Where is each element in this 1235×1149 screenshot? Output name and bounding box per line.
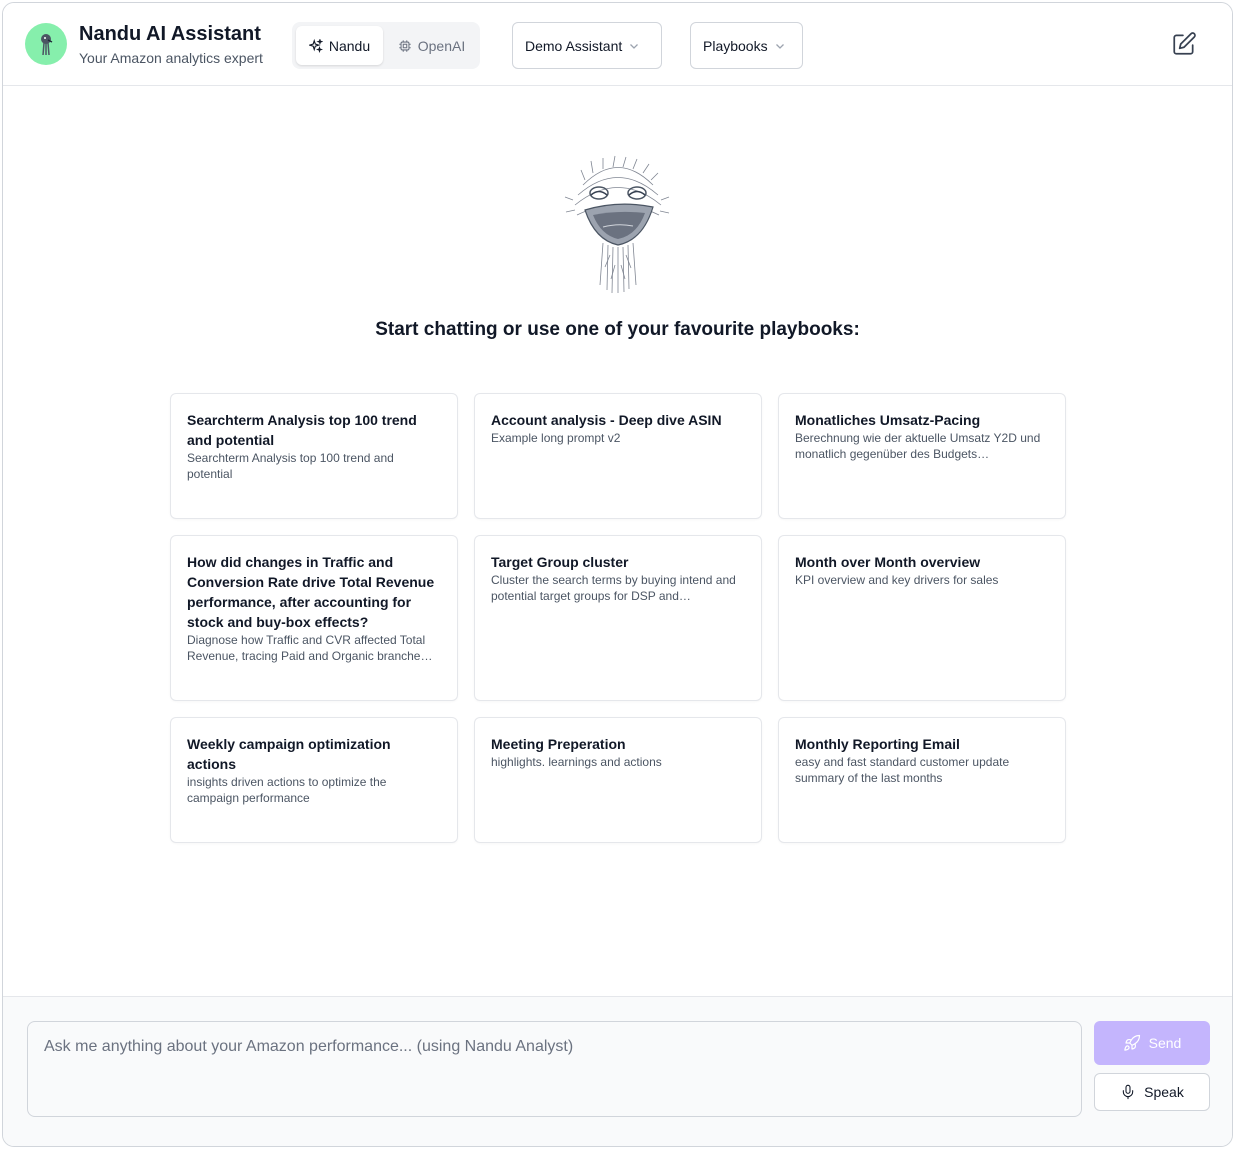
playbook-description: Diagnose how Traffic and CVR affected To… (187, 633, 433, 663)
playbook-description: insights driven actions to optimize the … (187, 775, 387, 805)
playbook-card[interactable]: Account analysis - Deep dive ASIN Exampl… (474, 393, 762, 519)
playbook-description: Example long prompt v2 (491, 431, 621, 445)
emu-mascot-image (563, 155, 673, 295)
playbook-title: Month over Month overview (795, 554, 981, 570)
chevron-down-icon (775, 43, 784, 49)
playbook-description: easy and fast standard customer update s… (795, 755, 1010, 785)
app-title: Nandu AI Assistant (79, 23, 261, 45)
edit-icon (1173, 32, 1196, 55)
playbook-card[interactable]: Searchterm Analysis top 100 trend and po… (170, 393, 458, 519)
playbook-title: Account analysis - Deep dive ASIN (491, 412, 722, 428)
engine-nandu-label: Nandu (328, 37, 371, 54)
speak-button-label: Speak (1144, 1084, 1184, 1100)
header: Nandu AI Assistant Your Amazon analytics… (3, 3, 1232, 86)
playbook-description: highlights. learnings and actions (491, 755, 662, 769)
playbook-title: Meeting Preperation (491, 736, 626, 752)
chip-icon (399, 39, 411, 52)
playbook-card[interactable]: Month over Month overview KPI overview a… (778, 535, 1066, 701)
composer-footer: Send Speak (3, 996, 1232, 1146)
playbook-card[interactable]: Meeting Preperation highlights. learning… (474, 717, 762, 843)
new-chat-button[interactable] (1171, 31, 1199, 59)
app-window: Nandu AI Assistant Your Amazon analytics… (2, 2, 1233, 1147)
playbook-card[interactable]: Weekly campaign optimization actions ins… (170, 717, 458, 843)
playbook-description: KPI overview and key drivers for sales (795, 573, 999, 587)
playbook-title: How did changes in Traffic and Conversio… (187, 554, 435, 630)
playbook-card[interactable]: Target Group cluster Cluster the search … (474, 535, 762, 701)
chat-input[interactable] (27, 1021, 1082, 1117)
engine-openai-button[interactable]: OpenAI (387, 26, 476, 65)
engine-nandu-button[interactable]: Nandu (296, 26, 383, 65)
send-button-label: Send (1148, 1035, 1182, 1051)
playbook-description: Cluster the search terms by buying inten… (491, 573, 736, 603)
playbook-card[interactable]: Monthly Reporting Email easy and fast st… (778, 717, 1066, 843)
playbook-title: Searchterm Analysis top 100 trend and po… (187, 412, 417, 448)
playbook-title: Weekly campaign optimization actions (187, 736, 391, 772)
avatar (25, 23, 67, 65)
speak-button[interactable]: Speak (1094, 1073, 1210, 1111)
app-subtitle: Your Amazon analytics expert (79, 50, 263, 66)
playbook-card[interactable]: Monatliches Umsatz-Pacing Berechnung wie… (778, 393, 1066, 519)
send-button[interactable]: Send (1094, 1021, 1210, 1065)
playbook-description: Berechnung wie der aktuelle Umsatz Y2D u… (795, 431, 1041, 461)
sparkles-icon (308, 38, 323, 53)
playbook-title: Monthly Reporting Email (795, 736, 960, 752)
playbooks-dropdown-label: Playbooks (703, 37, 768, 54)
page-headline: Start chatting or use one of your favour… (375, 319, 860, 340)
engine-openai-label: OpenAI (417, 37, 466, 54)
assistant-dropdown-label: Demo Assistant (525, 37, 623, 54)
rocket-icon (1123, 1034, 1140, 1051)
playbook-title: Monatliches Umsatz-Pacing (795, 412, 981, 428)
microphone-icon (1122, 1084, 1134, 1100)
emu-logo-icon (41, 34, 53, 56)
playbooks-dropdown[interactable]: Playbooks (690, 22, 803, 69)
emu-mascot-icon (564, 155, 670, 294)
playbook-description: Searchterm Analysis top 100 trend and po… (187, 451, 394, 481)
assistant-dropdown[interactable]: Demo Assistant (512, 22, 662, 69)
engine-toggle: Nandu OpenAI (292, 22, 480, 69)
playbook-title: Target Group cluster (491, 554, 629, 570)
playbook-card[interactable]: How did changes in Traffic and Conversio… (170, 535, 458, 701)
chevron-down-icon (630, 43, 639, 49)
